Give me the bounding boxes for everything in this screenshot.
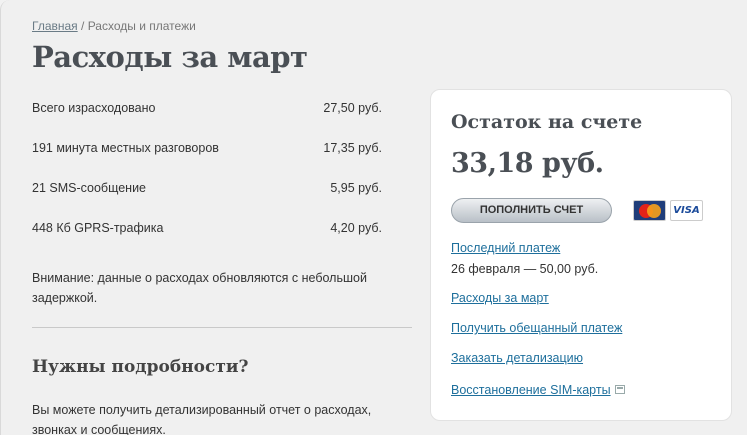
expense-value: 5,95 руб.: [330, 181, 382, 195]
breadcrumb-separator: /: [77, 19, 88, 33]
expenses-list: Всего израсходовано 27,50 руб. 191 минут…: [32, 98, 382, 258]
last-payment-link[interactable]: Последний платеж: [451, 241, 560, 255]
details-text: Вы можете получить детализированный отче…: [32, 403, 372, 435]
expense-label: Всего израсходовано: [32, 101, 156, 115]
expense-value: 27,50 руб.: [323, 101, 382, 115]
breadcrumb-home-link[interactable]: Главная: [32, 19, 78, 33]
expenses-march-link[interactable]: Расходы за март: [451, 291, 549, 305]
breadcrumb-current: Расходы и платежи: [87, 19, 196, 33]
expense-row-total: Всего израсходовано 27,50 руб.: [32, 98, 382, 138]
breadcrumb: Главная / Расходы и платежи: [32, 19, 196, 33]
new-window-icon: [614, 385, 625, 394]
last-payment-info: 26 февраля — 50,00 руб.: [451, 262, 599, 276]
page-title: Расходы за март: [32, 40, 308, 74]
mastercard-circle-orange: [647, 204, 661, 218]
expense-label: 448 Кб GPRS-трафика: [32, 221, 164, 235]
balance-amount: 33,18 руб.: [451, 148, 604, 179]
expense-label: 21 SMS-сообщение: [32, 181, 147, 195]
divider: [32, 327, 412, 328]
expense-value: 4,20 руб.: [330, 221, 382, 235]
details-title: Нужны подробности?: [32, 357, 249, 377]
expense-label: 191 минута местных разговоров: [32, 141, 219, 155]
delay-notice: Внимание: данные о расходах обновляются …: [32, 271, 367, 305]
order-details-link[interactable]: Заказать детализацию: [451, 351, 583, 365]
balance-title: Остаток на счете: [451, 111, 643, 133]
mastercard-icon: [633, 200, 666, 221]
visa-icon: VISA: [670, 200, 703, 221]
balance-card: Остаток на счете 33,18 руб. ПОПОЛНИТЬ СЧ…: [430, 89, 732, 421]
topup-button[interactable]: ПОПОЛНИТЬ СЧЕТ: [451, 198, 612, 223]
expense-value: 17,35 руб.: [323, 141, 382, 155]
expense-row-calls: 191 минута местных разговоров 17,35 руб.: [32, 138, 382, 178]
sim-restore-row: Восстановление SIM-карты: [451, 381, 625, 399]
expense-row-gprs: 448 Кб GPRS-трафика 4,20 руб.: [32, 218, 382, 258]
sim-restore-link[interactable]: Восстановление SIM-карты: [451, 383, 611, 397]
expense-row-sms: 21 SMS-сообщение 5,95 руб.: [32, 178, 382, 218]
promised-payment-link[interactable]: Получить обещанный платеж: [451, 321, 622, 335]
page-frame: Главная / Расходы и платежи Расходы за м…: [0, 0, 747, 435]
